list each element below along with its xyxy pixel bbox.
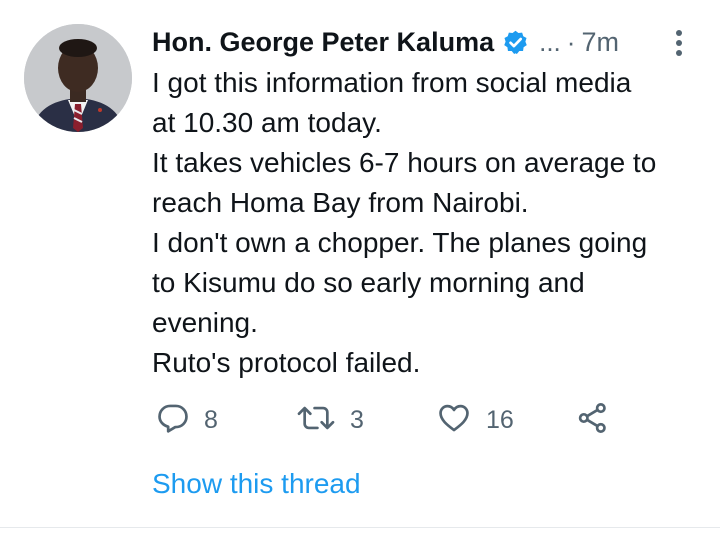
tweet-actions: 8 3 16: [152, 400, 632, 440]
tweet-text-line: Ruto's protocol failed.: [152, 347, 421, 378]
share-button[interactable]: [576, 400, 610, 440]
tweet-text-line: at 10.30 am today.: [152, 107, 382, 138]
verified-badge-icon: [502, 29, 529, 56]
heart-icon: [436, 401, 472, 440]
header-separator: ·: [566, 26, 576, 57]
tweet-text-line: It takes vehicles 6-7 hours on average t…: [152, 147, 657, 178]
like-button[interactable]: 16: [436, 400, 514, 440]
tweet-text-line: reach Homa Bay from Nairobi.: [152, 187, 529, 218]
reply-button[interactable]: 8: [156, 400, 218, 440]
share-icon: [576, 401, 610, 440]
avatar[interactable]: [24, 24, 132, 132]
tweet[interactable]: Hon. George Peter Kaluma ... · 7m I got …: [0, 0, 720, 539]
tweet-text-line: evening.: [152, 307, 258, 338]
show-thread-link[interactable]: Show this thread: [152, 468, 361, 500]
more-vertical-icon[interactable]: [672, 28, 686, 58]
author-name[interactable]: Hon. George Peter Kaluma: [152, 27, 494, 58]
retweet-count: 3: [350, 405, 364, 434]
divider: [0, 527, 720, 528]
tweet-header: Hon. George Peter Kaluma ... · 7m: [152, 22, 700, 62]
retweet-icon: [296, 401, 336, 440]
tweet-text-line: to Kisumu do so early morning and: [152, 267, 585, 298]
like-count: 16: [486, 405, 514, 434]
reply-count: 8: [204, 405, 218, 434]
retweet-button[interactable]: 3: [296, 400, 364, 440]
tweet-text: I got this information from social media…: [152, 63, 712, 383]
tweet-text-line: I got this information from social media: [152, 67, 632, 98]
tweet-text-line: I don't own a chopper. The planes going: [152, 227, 648, 258]
name-truncation: ...: [539, 26, 561, 57]
reply-icon: [156, 401, 190, 440]
timestamp[interactable]: 7m: [581, 27, 619, 58]
